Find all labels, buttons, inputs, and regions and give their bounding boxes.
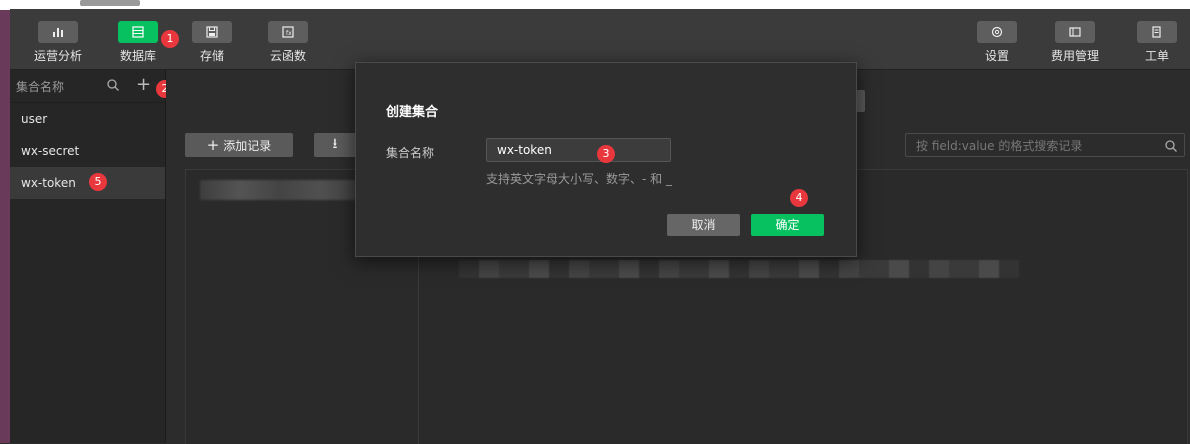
add-record-label: 添加记录 [223,138,272,153]
record-search-input[interactable]: 按 field:value 的格式搜索记录 [905,133,1185,157]
sidebar-header-label: 集合名称 [16,79,65,94]
collection-name-input[interactable]: wx-token [486,138,671,162]
collection-item-wx-token[interactable]: wx-token 5 [10,167,165,199]
search-icon[interactable] [106,78,120,92]
annotation-badge-5: 5 [89,173,107,191]
title-strip [10,0,1190,9]
collection-item-user[interactable]: user [10,103,165,135]
tab-stub[interactable] [856,90,865,112]
cloud-function-icon: fx [268,21,308,43]
svg-text:fx: fx [286,30,292,37]
database-icon [118,21,158,43]
collection-item-label: wx-token [21,176,76,190]
annotation-badge-4: 4 [790,189,808,207]
bar-chart-icon [38,21,78,43]
import-button[interactable]: ⭳ [314,133,356,157]
toolbar-ticket-label: 工单 [1144,49,1169,63]
dialog-title: 创建集合 [386,105,439,120]
window-edge [0,0,10,443]
toolbar-cloud-function-label: 云函数 [269,49,306,63]
toolbar-storage-label: 存储 [199,49,224,63]
toolbar-billing-label: 费用管理 [1050,49,1099,63]
toolbar-database-button[interactable]: 数据库 [108,21,168,64]
cancel-button[interactable]: 取消 [667,214,740,236]
plus-icon: + [206,136,220,154]
toolbar-settings-label: 设置 [984,49,1009,63]
gear-icon [977,21,1017,43]
collection-name-hint: 支持英文字母大小写、数字、- 和 _ [486,172,672,186]
storage-icon [192,21,232,43]
add-record-button[interactable]: + 添加记录 [185,133,293,157]
toolbar-analytics-button[interactable]: 运营分析 [28,21,88,64]
collection-sidebar: 集合名称 + 2 user wx-secret wx-token 5 [10,70,174,443]
collection-item-wx-secret[interactable]: wx-secret [10,135,165,167]
search-icon [1165,140,1177,152]
collection-name-label: 集合名称 [386,146,435,160]
ticket-icon [1137,21,1177,43]
create-collection-dialog: 创建集合 集合名称 wx-token 3 支持英文字母大小写、数字、- 和 _ … [355,62,857,257]
toolbar-ticket-button[interactable]: 工单 [1127,21,1187,64]
add-collection-icon[interactable]: + [136,76,151,94]
toolbar-billing-button[interactable]: 费用管理 [1045,21,1105,64]
blurred-record-row[interactable] [200,180,360,200]
toolbar-database-label: 数据库 [119,49,156,63]
record-search-placeholder: 按 field:value 的格式搜索记录 [916,139,1083,153]
toolbar-cloud-function-button[interactable]: fx 云函数 [258,21,318,64]
annotation-badge-1: 1 [161,30,179,48]
toolbar-settings-button[interactable]: 设置 [967,21,1027,64]
confirm-button[interactable]: 确定 [751,214,824,236]
blurred-record-content [459,260,1019,278]
billing-icon [1055,21,1095,43]
toolbar-analytics-label: 运营分析 [33,49,82,63]
sidebar-header: 集合名称 + 2 [10,70,174,103]
toolbar-storage-button[interactable]: 存储 [182,21,242,64]
download-icon: ⭳ [332,136,338,152]
toolbar: 运营分析 数据库 存储 fx 云函数 1 设置 费用管理 工单 [10,9,1190,70]
annotation-badge-3: 3 [597,145,615,163]
